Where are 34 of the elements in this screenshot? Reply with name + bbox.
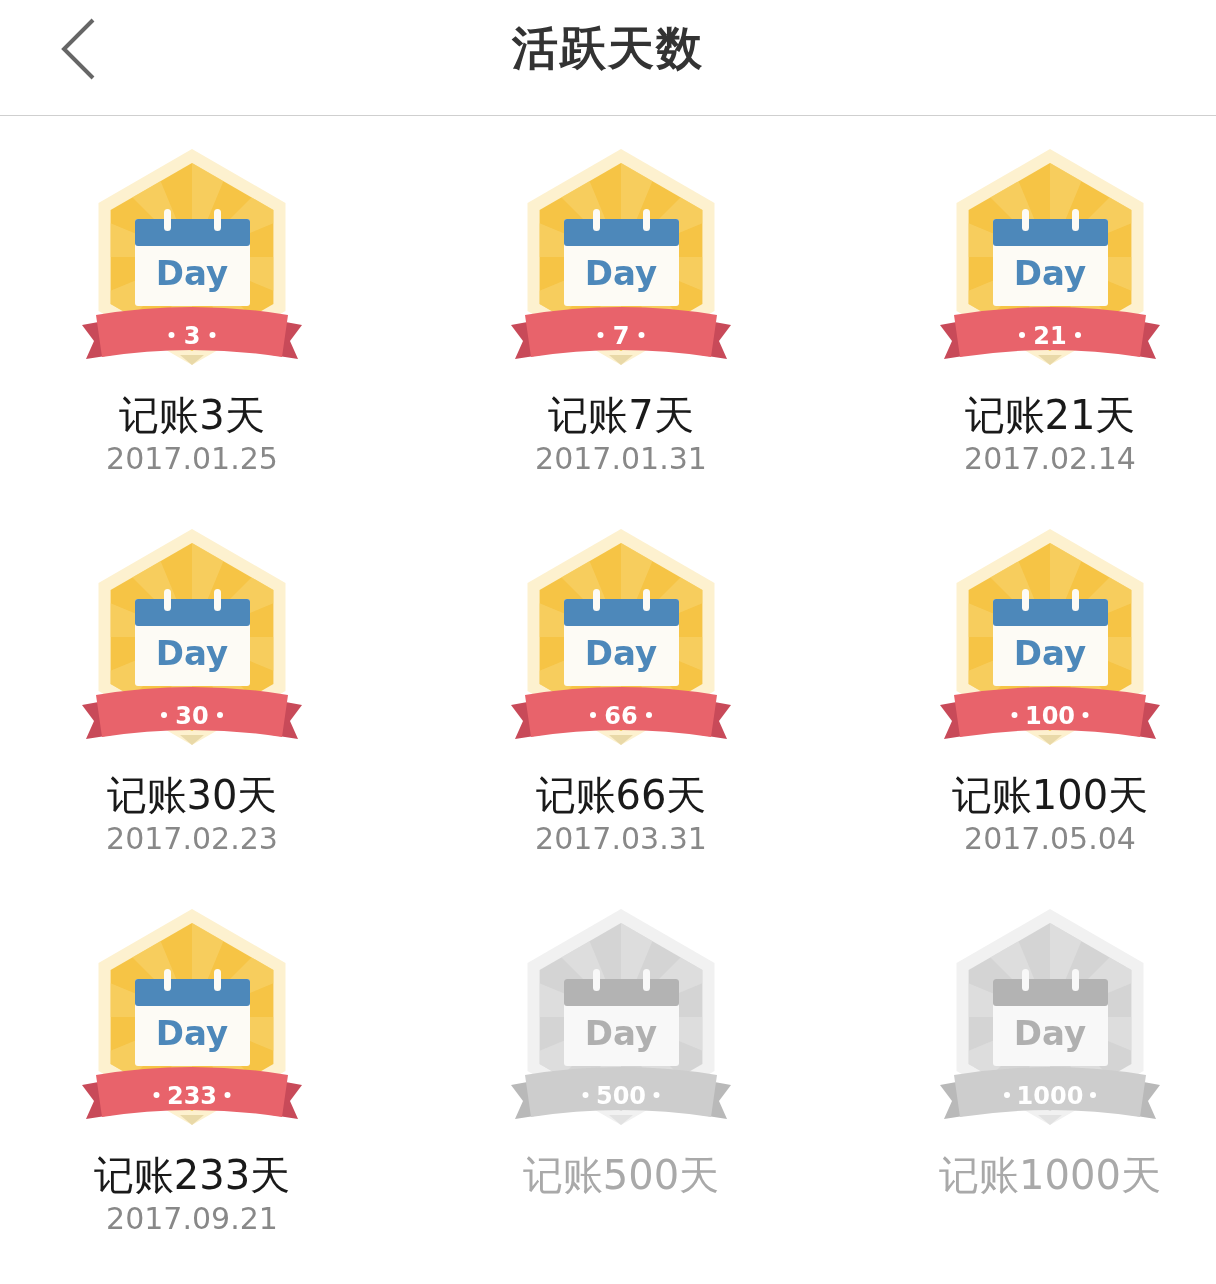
page-title: 活跃天数 (512, 19, 704, 77)
day-count: 66 (604, 702, 638, 730)
badge-title: 记账30天 (106, 771, 278, 819)
day-label: Day (1013, 253, 1087, 293)
badge-title: 记账100天 (951, 771, 1149, 819)
badge-title: 记账3天 (119, 391, 265, 439)
day-label: Day (584, 1013, 658, 1053)
badge-title: 记账233天 (93, 1151, 291, 1199)
badge-date: 2017.01.25 (106, 441, 278, 477)
day-count: 100 (1024, 702, 1076, 730)
day-count: 3 (183, 322, 201, 350)
badge-date: 2017.01.31 (535, 441, 707, 477)
badge-date: 2017.09.21 (106, 1201, 278, 1237)
badge-title: 记账21天 (964, 391, 1136, 439)
day-count: 7 (612, 322, 630, 350)
badge-date: 2017.02.14 (964, 441, 1136, 477)
day-label: Day (584, 633, 658, 673)
day-label: Day (1013, 1013, 1087, 1053)
back-icon (60, 18, 96, 80)
badge-title: 记账500天 (522, 1151, 720, 1199)
badge-date: 2017.03.31 (535, 821, 707, 857)
badge-title: 记账7天 (548, 391, 694, 439)
badge-date: 2017.02.23 (106, 821, 278, 857)
day-label: Day (155, 1013, 229, 1053)
day-label: Day (155, 253, 229, 293)
badge-title: 记账66天 (535, 771, 707, 819)
day-count: 21 (1033, 322, 1067, 350)
badge-title: 记账1000天 (939, 1151, 1161, 1199)
day-count: 233 (166, 1082, 218, 1110)
day-label: Day (1013, 633, 1087, 673)
day-count: 30 (175, 702, 209, 730)
day-label: Day (155, 633, 229, 673)
badge-date: 2017.05.04 (964, 821, 1136, 857)
day-label: Day (584, 253, 658, 293)
